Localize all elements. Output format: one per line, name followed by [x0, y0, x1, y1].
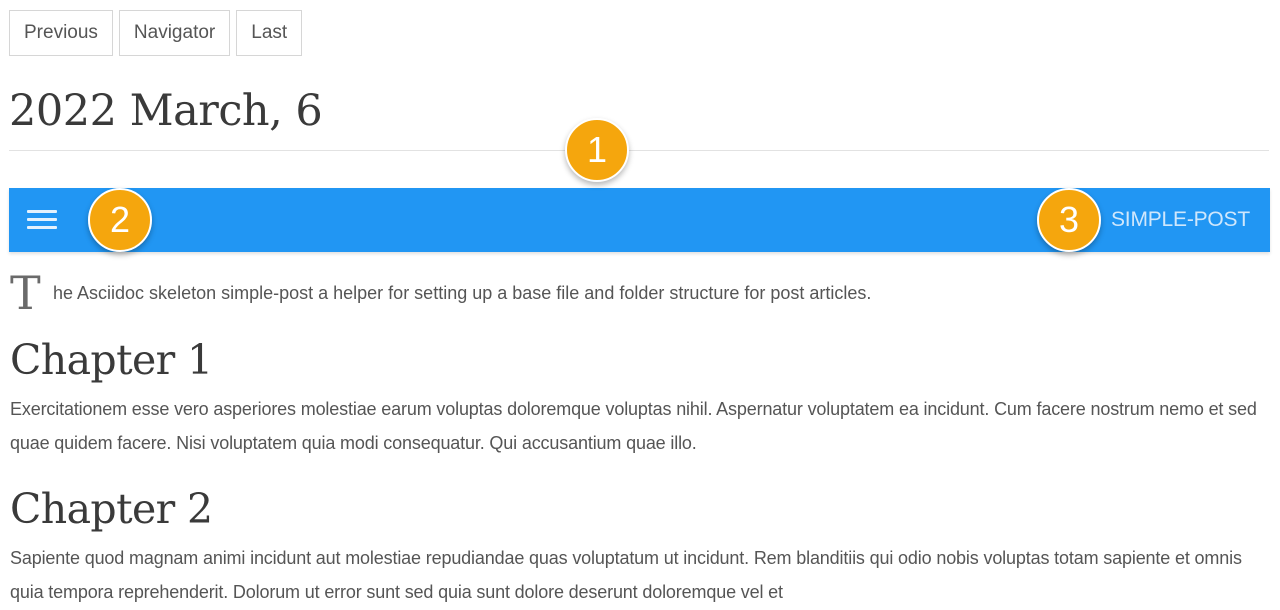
previous-button[interactable]: Previous	[9, 10, 113, 56]
navigator-button[interactable]: Navigator	[118, 10, 231, 56]
chapter-1-text: Exercitationem esse vero asperiores mole…	[10, 399, 1257, 453]
chapter-2-text: Sapiente quod magnam animi incidunt aut …	[10, 548, 1242, 602]
last-button[interactable]: Last	[236, 10, 303, 56]
lead-paragraph: T he Asciidoc skeleton simple-post a hel…	[10, 268, 1272, 320]
callout-badge-3: 3	[1037, 188, 1101, 252]
title-divider	[9, 150, 1269, 151]
callout-badge-2: 2	[88, 188, 152, 252]
hamburger-menu-icon[interactable]	[27, 210, 57, 230]
chapter-2-heading: Chapter 2	[10, 485, 213, 533]
article-content: T he Asciidoc skeleton simple-post a hel…	[10, 268, 1272, 609]
brand-link[interactable]: SIMPLE-POST	[1111, 188, 1250, 252]
pager-nav: Previous Navigator Last	[9, 10, 303, 56]
chapter-1-heading: Chapter 1	[10, 336, 213, 384]
page-title: 2022 March, 6	[9, 86, 323, 136]
lead-text: he Asciidoc skeleton simple-post a helpe…	[53, 283, 872, 303]
callout-badge-1: 1	[565, 118, 629, 182]
drop-cap: T	[10, 266, 41, 320]
